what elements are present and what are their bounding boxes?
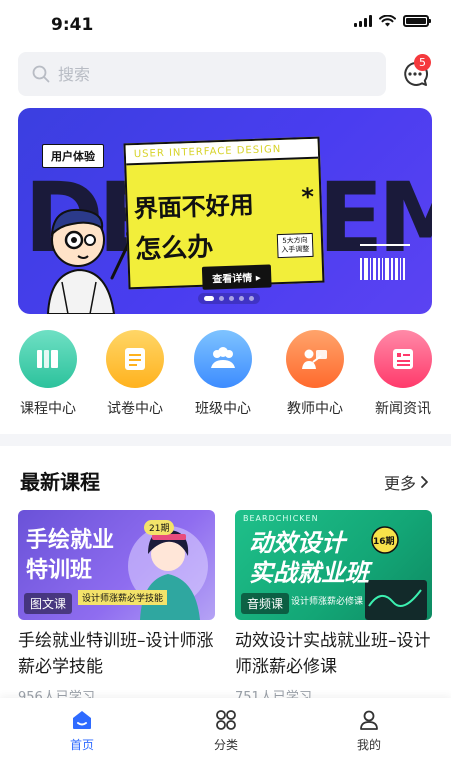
banner-detail-button[interactable]: 查看详情 ▸ — [201, 264, 272, 290]
tab-label: 我的 — [356, 738, 381, 752]
tab-label: 首页 — [69, 738, 94, 752]
search-icon — [32, 65, 50, 83]
tab-label: 分类 — [213, 738, 238, 752]
pagination-dot[interactable] — [219, 296, 224, 301]
banner-strip-text: USER INTERFACE DESIGN — [125, 138, 319, 166]
thumb-title-line2: 实战就业班 — [249, 559, 369, 587]
thumb-title-line1: 动效设计 — [249, 529, 345, 557]
category-icon — [216, 710, 236, 730]
profile-icon — [360, 710, 378, 730]
promo-banner[interactable]: DES EME 用户体验 USER INTERFACE DESIGN 界面不好用… — [18, 108, 432, 314]
entry-label: 课程中心 — [20, 401, 76, 417]
thumb-subtitle: 设计师涨薪必修课 — [291, 597, 364, 607]
search-input[interactable] — [58, 64, 358, 84]
banner-title-line2: 怎么办 — [134, 232, 214, 266]
course-card[interactable]: 手绘就业 特训班 设计师涨薪必学技能 21期 图文课 手绘就业特训班–设计师涨薪… — [18, 510, 215, 705]
chevron-right-icon — [421, 476, 428, 488]
wifi-icon — [379, 15, 396, 27]
pagination-dot[interactable] — [249, 296, 254, 301]
banner-card: USER INTERFACE DESIGN 界面不好用 * 怎么办 5大方向 入… — [123, 136, 325, 290]
banner-decor-line — [360, 244, 410, 246]
exam-icon — [106, 330, 164, 388]
thumb-title-line2: 特训班 — [26, 558, 93, 583]
course-title[interactable]: 手绘就业特训班–设计师涨薪必学技能 — [18, 628, 215, 680]
tab-profile[interactable]: 我的 — [324, 708, 414, 753]
more-label: 更多 — [383, 474, 416, 493]
banner-note: 5大方向 入手调整 — [276, 232, 314, 259]
banner-tag: 用户体验 — [42, 144, 104, 168]
thumb-tag: 21期 — [144, 520, 175, 535]
message-badge: 5 — [414, 54, 431, 71]
quick-entry-grid: 课程中心 试卷中心 班级中心 教师中心 新闻资讯 — [0, 330, 451, 420]
barcode-decoration — [360, 258, 405, 280]
entry-label: 教师中心 — [287, 401, 343, 417]
entry-teacher[interactable]: 教师中心 — [275, 330, 355, 418]
book-icon — [19, 330, 77, 388]
course-thumbnail[interactable]: 手绘就业 特训班 设计师涨薪必学技能 21期 图文课 — [18, 510, 215, 620]
battery-icon — [403, 15, 431, 27]
home-icon — [73, 711, 91, 729]
people-icon — [194, 330, 252, 388]
status-time: 9:41 — [51, 15, 94, 35]
tab-category[interactable]: 分类 — [181, 708, 271, 753]
more-link[interactable]: 更多 — [384, 470, 429, 494]
status-icons — [354, 15, 431, 27]
pagination-dot[interactable] — [204, 296, 214, 301]
banner-title-line1: 界面不好用 — [133, 190, 255, 224]
bottom-tab-bar: 首页 分类 我的 — [0, 698, 451, 764]
pagination-dot[interactable] — [239, 296, 244, 301]
teacher-icon — [286, 330, 344, 388]
banner-title-star: * — [301, 182, 315, 212]
course-type-badge: 音频课 — [241, 593, 290, 614]
tab-home[interactable]: 首页 — [37, 708, 127, 753]
course-thumbnail[interactable]: BEARDCHICKEN 动效设计 实战就业班 设计师涨薪必修课 16期 音频课 — [235, 510, 432, 620]
entry-label: 试卷中心 — [107, 401, 163, 417]
thumb-subtitle: 设计师涨薪必学技能 — [78, 590, 168, 605]
thumb-title-line1: 手绘就业 — [26, 528, 115, 553]
course-title[interactable]: 动效设计实战就业班–设计师涨薪必修课 — [235, 628, 432, 680]
thumb-tag: 16期 — [373, 537, 395, 547]
signal-icon — [354, 15, 372, 27]
search-bar[interactable] — [18, 52, 386, 96]
status-bar: 9:41 — [0, 0, 451, 48]
course-type-badge: 图文课 — [24, 593, 73, 614]
news-icon — [374, 330, 432, 388]
course-card[interactable]: BEARDCHICKEN 动效设计 实战就业班 设计师涨薪必修课 16期 音频课… — [235, 510, 432, 705]
entry-label: 新闻资讯 — [375, 401, 431, 417]
cartoon-figure-illustration — [46, 208, 138, 314]
pagination-dot[interactable] — [229, 296, 234, 301]
section-title: 最新课程 — [20, 470, 100, 494]
banner-pagination[interactable] — [198, 293, 260, 304]
thumb-brand: BEARDCHICKEN — [243, 514, 319, 523]
entry-book[interactable]: 课程中心 — [8, 330, 88, 418]
entry-exam[interactable]: 试卷中心 — [95, 330, 175, 418]
entry-people[interactable]: 班级中心 — [183, 330, 263, 418]
entry-label: 班级中心 — [195, 401, 251, 417]
entry-news[interactable]: 新闻资讯 — [363, 330, 443, 418]
